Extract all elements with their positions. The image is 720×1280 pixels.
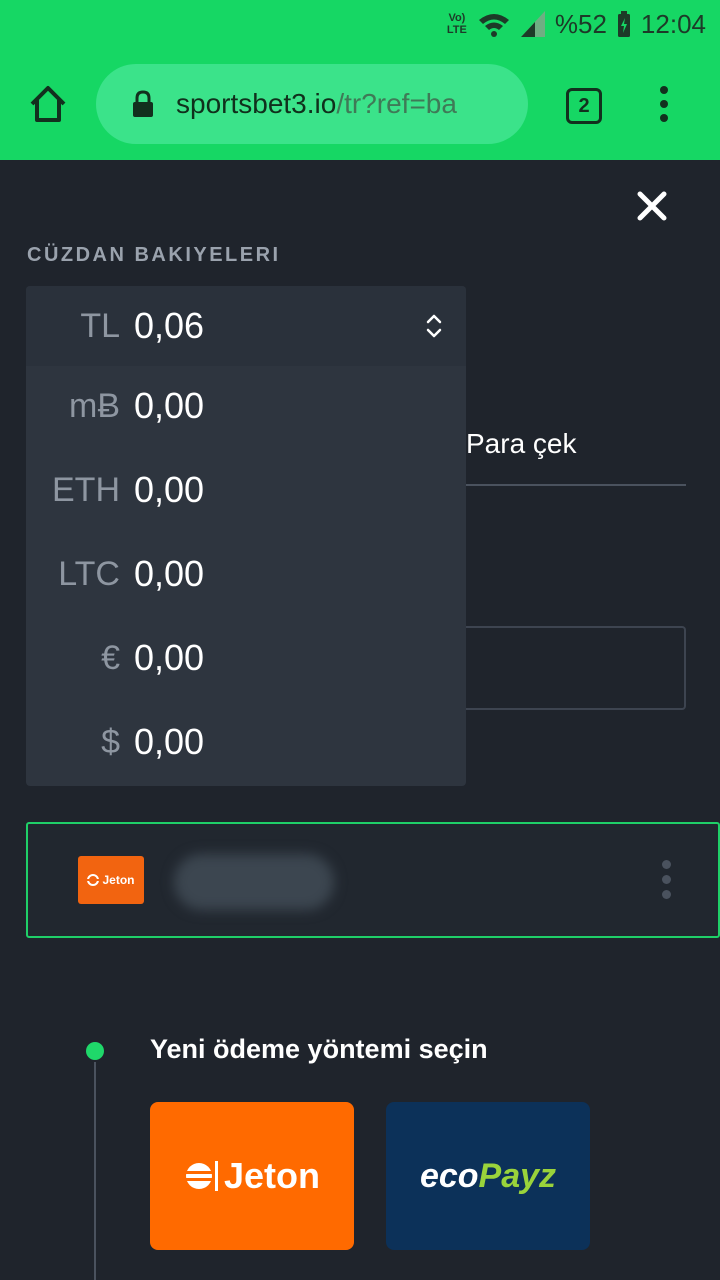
clock: 12:04 xyxy=(640,8,706,39)
currency-amount: 0,06 xyxy=(134,305,205,346)
wifi-icon xyxy=(477,11,511,37)
currency-option[interactable]: € 0,00 xyxy=(26,616,466,700)
currency-option[interactable]: ETH 0,00 xyxy=(26,448,466,532)
battery-percent: %52 xyxy=(554,8,607,39)
step-line xyxy=(94,1062,96,1280)
jeton-tile-label: Jeton xyxy=(223,1155,320,1196)
currency-row-selected: TL 0,06 xyxy=(26,284,466,368)
wallet-balances-heading: CÜZDAN BAKIYELERI xyxy=(27,244,281,266)
jeton-logo: Jeton xyxy=(183,1155,320,1197)
currency-selected[interactable]: TL 0,06 xyxy=(26,286,466,366)
blurred-account-name xyxy=(174,854,334,910)
currency-amount: 0,00 xyxy=(134,385,205,426)
currency-amount: 0,00 xyxy=(134,469,205,510)
currency-option[interactable]: LTC 0,00 xyxy=(26,532,466,616)
currency-option[interactable]: mɃ 0,00 xyxy=(26,364,466,448)
currency-code: LTC xyxy=(58,555,120,593)
url-text: sportsbet3.io/tr?ref=ba xyxy=(176,88,457,120)
jeton-mark-icon xyxy=(87,874,100,886)
lock-icon xyxy=(133,90,153,117)
saved-payment-method-card[interactable]: Jeton xyxy=(26,822,720,938)
ecopayz-logo: ecoPayz xyxy=(420,1157,556,1196)
currency-code: ETH xyxy=(52,471,120,509)
jeton-method-tile[interactable]: Jeton xyxy=(150,1102,354,1250)
close-icon xyxy=(637,191,667,221)
step-indicator xyxy=(86,1042,104,1060)
tabs-button[interactable]: 2 xyxy=(566,88,602,124)
currency-amount: 0,00 xyxy=(134,553,205,594)
currency-option[interactable]: $ 0,00 xyxy=(26,700,466,784)
browser-toolbar: sportsbet3.io/tr?ref=ba 2 xyxy=(0,48,720,160)
currency-amount: 0,00 xyxy=(134,637,205,678)
browser-menu-button[interactable] xyxy=(655,86,673,126)
tab-withdraw[interactable]: Para çek xyxy=(466,428,577,460)
home-icon xyxy=(30,86,66,122)
ecopayz-payz-text: Payz xyxy=(478,1156,557,1195)
currency-amount: 0,00 xyxy=(134,721,205,762)
address-bar[interactable]: sportsbet3.io/tr?ref=ba xyxy=(96,64,528,144)
amount-input[interactable] xyxy=(440,626,686,710)
dot-icon xyxy=(660,114,668,122)
currency-code: mɃ xyxy=(69,387,120,425)
currency-code: TL xyxy=(80,307,120,345)
home-button[interactable] xyxy=(26,82,70,126)
jeton-logo: Jeton xyxy=(78,856,144,904)
ecopayz-eco-text: eco xyxy=(419,1156,479,1195)
dot-icon xyxy=(660,100,668,108)
volte-indicator: Vo) LTE xyxy=(446,12,467,36)
new-payment-method-heading: Yeni ödeme yöntemi seçin xyxy=(150,1034,488,1064)
currency-code: € xyxy=(101,639,120,677)
signal-icon xyxy=(520,11,545,37)
battery-icon xyxy=(617,11,631,37)
chevron-updown-icon xyxy=(426,314,442,338)
jeton-mark-icon xyxy=(183,1161,218,1191)
jeton-logo-text: Jeton xyxy=(102,873,135,887)
dot-icon xyxy=(660,86,668,94)
tab-underline xyxy=(466,484,686,486)
currency-dropdown[interactable]: TL 0,06 mɃ 0,00 ETH 0,00 LTC 0,00 € 0,00… xyxy=(26,286,466,786)
dot-icon xyxy=(661,890,671,899)
card-menu-button[interactable] xyxy=(660,860,672,904)
status-bar: Vo) LTE %52 12:04 xyxy=(0,0,720,48)
close-button[interactable] xyxy=(632,186,672,226)
url-path: /tr?ref=ba xyxy=(336,88,457,119)
ecopayz-method-tile[interactable]: ecoPayz xyxy=(386,1102,590,1250)
dot-icon xyxy=(661,875,671,884)
currency-code: $ xyxy=(101,723,120,761)
dot-icon xyxy=(661,860,671,869)
url-domain: sportsbet3.io xyxy=(176,88,337,119)
